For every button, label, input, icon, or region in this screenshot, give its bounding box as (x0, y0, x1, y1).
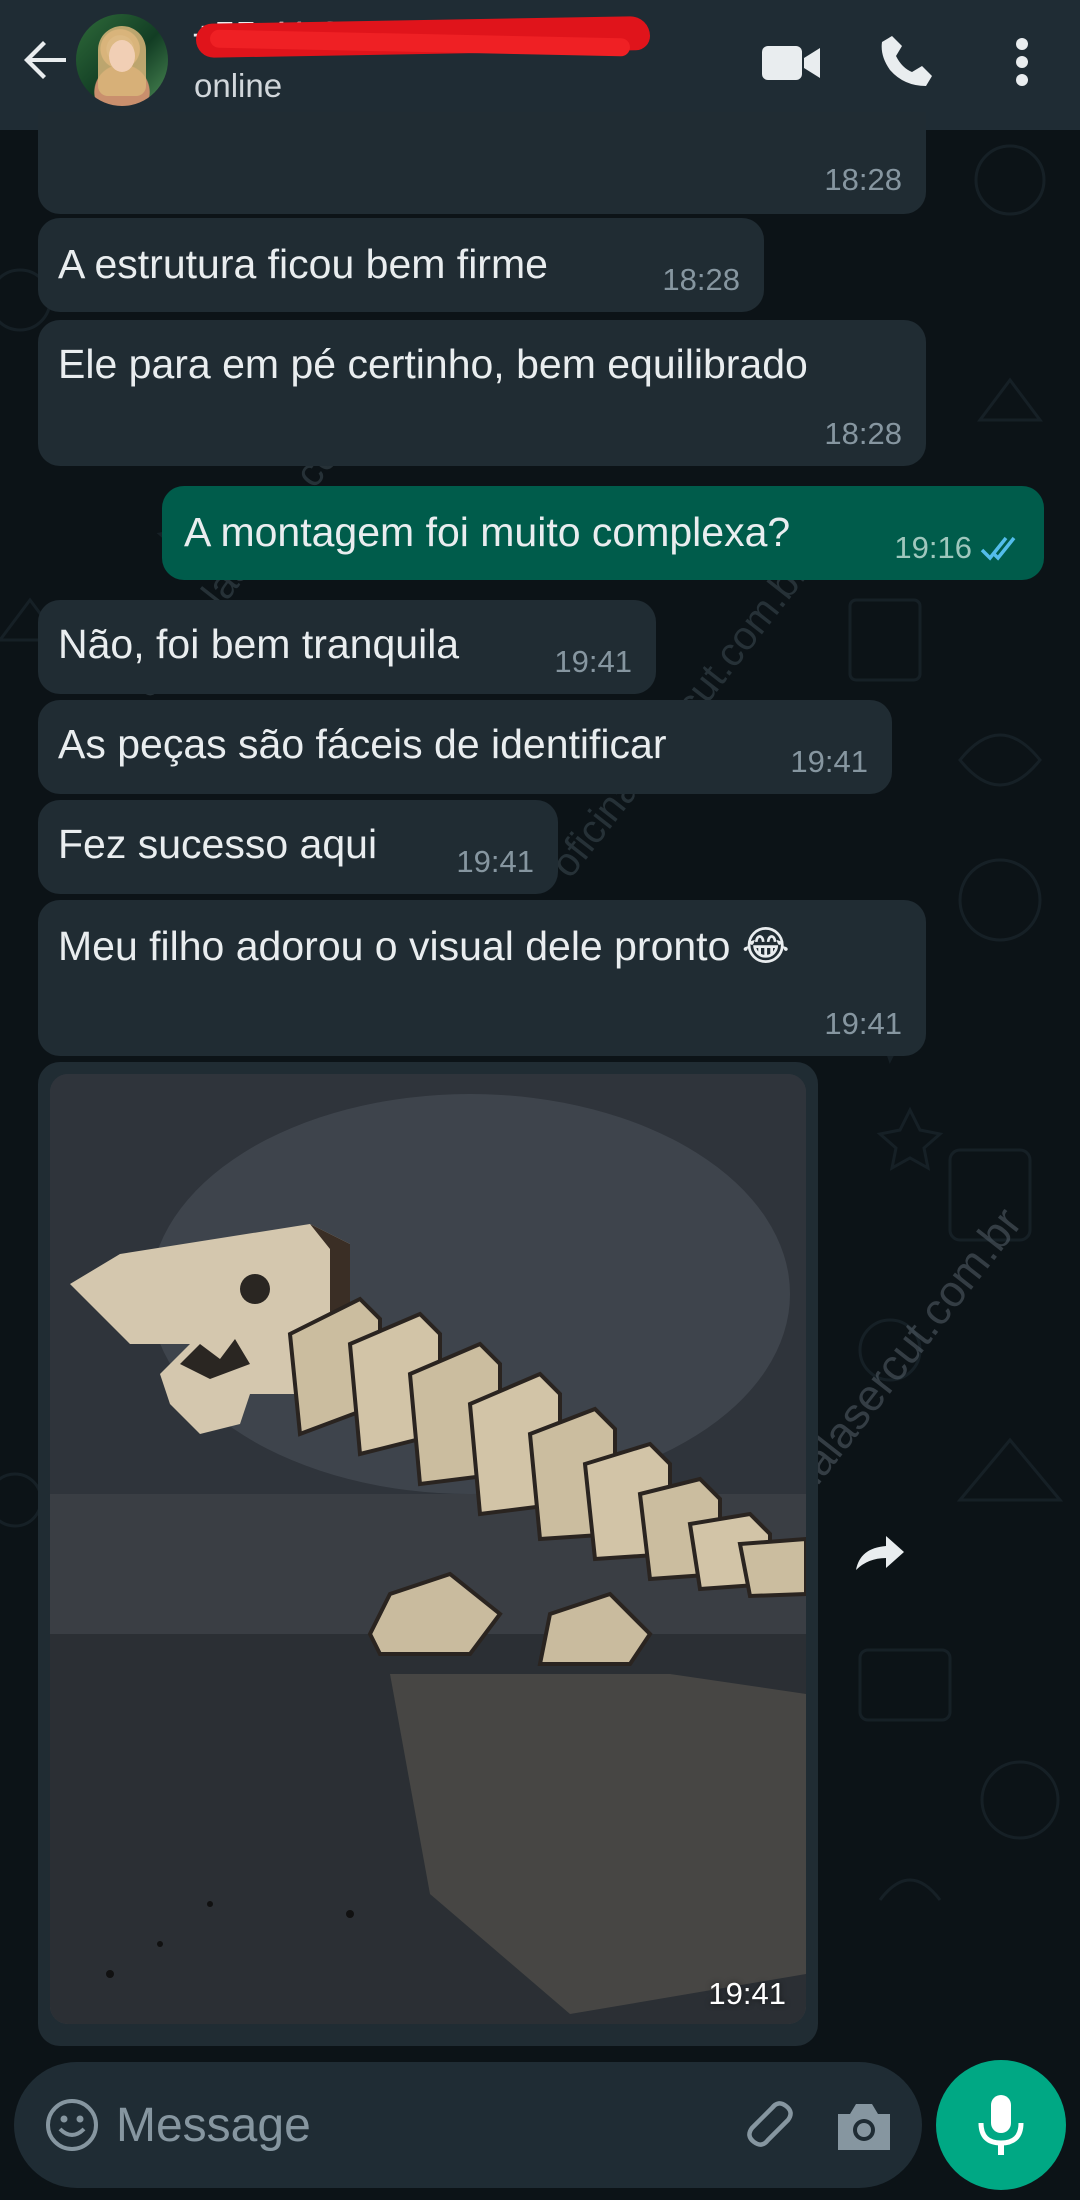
message-time: 19:41 (456, 844, 534, 879)
message-text: A estrutura ficou bem firme (58, 241, 548, 287)
message-text: Não, foi bem tranquila (58, 621, 460, 667)
message-text: A montagem foi muito complexa? (184, 509, 791, 555)
message-bubble-incoming[interactable]: As peças são fáceis de identificar 19:41 (38, 700, 892, 794)
message-composer: Message (14, 2062, 922, 2188)
voice-call-icon[interactable] (874, 30, 938, 94)
message-input[interactable]: Message (116, 2098, 311, 2154)
dinosaur-photo-drawing (50, 1074, 806, 2024)
video-call-icon[interactable] (758, 30, 822, 94)
back-arrow-icon[interactable] (18, 32, 74, 88)
image-message-bubble[interactable]: 19:41 (38, 1062, 818, 2046)
microphone-icon (978, 2095, 1024, 2155)
read-receipt-icon (980, 536, 1016, 561)
message-bubble-incoming[interactable]: Ele para em pé certinho, bem equilibrado… (38, 320, 926, 466)
message-time: 19:41 (554, 644, 632, 679)
message-bubble-incoming[interactable]: Meu filho adorou o visual dele pronto 😂 … (38, 900, 926, 1056)
dinosaur-photo[interactable]: 19:41 (50, 1074, 806, 2024)
camera-icon[interactable] (832, 2096, 896, 2156)
chat-screen: oficinalasercut.com.br oficinalasercut.c… (0, 0, 1080, 2200)
contact-avatar[interactable] (76, 14, 168, 106)
message-bubble-incoming[interactable]: Fez sucesso aqui 19:41 (38, 800, 558, 894)
voice-message-button[interactable] (936, 2060, 1066, 2190)
message-bubble-outgoing[interactable]: A montagem foi muito complexa? 19:16 (162, 486, 1044, 580)
chat-header: +55 41 99876-5320 online (0, 0, 1080, 130)
message-text: Ele para em pé certinho, bem equilibrado (58, 341, 808, 387)
message-time: 19:41 (790, 744, 868, 779)
attach-icon[interactable] (734, 2092, 798, 2156)
more-options-icon[interactable] (990, 30, 1054, 94)
message-time: 18:28 (824, 162, 902, 197)
image-time: 19:41 (708, 1976, 786, 2011)
message-time: 19:16 (894, 530, 972, 565)
message-bubble-incoming[interactable]: 18:28 (38, 112, 926, 214)
forward-icon[interactable] (842, 1518, 914, 1590)
message-bubble-incoming[interactable]: A estrutura ficou bem firme 18:28 (38, 218, 764, 312)
message-time: 19:41 (824, 1006, 902, 1041)
message-text: As peças são fáceis de identificar (58, 721, 667, 767)
message-bubble-incoming[interactable]: Não, foi bem tranquila 19:41 (38, 600, 656, 694)
contact-status: online (194, 67, 283, 104)
message-time: 18:28 (662, 262, 740, 297)
message-text: Fez sucesso aqui (58, 821, 378, 867)
emoji-icon[interactable] (42, 2095, 102, 2155)
message-time: 18:28 (824, 416, 902, 451)
message-text: Meu filho adorou o visual dele pronto 😂 (58, 923, 790, 969)
